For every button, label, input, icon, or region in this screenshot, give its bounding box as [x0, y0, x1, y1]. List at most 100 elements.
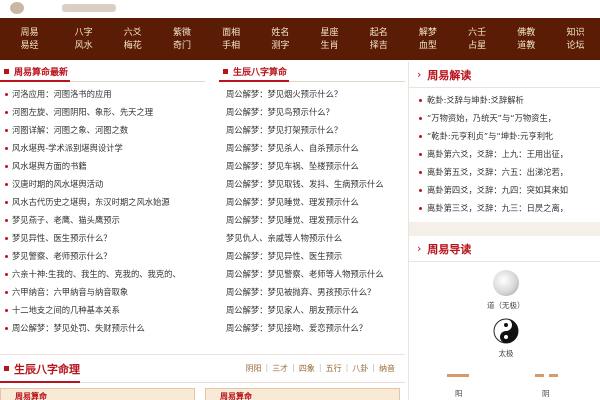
list-item[interactable]: 离卦第五爻，爻辞：六五：出涕沱若，: [409, 163, 600, 181]
nav-link[interactable]: 测字: [271, 41, 289, 51]
article-link[interactable]: 十二地支之间的几种基本关系: [12, 304, 120, 316]
article-link[interactable]: 汉唐时期的风水堪舆活动: [12, 178, 103, 190]
tab-bagua[interactable]: 八卦: [352, 363, 368, 374]
list-item[interactable]: 河图左旋、河图阴阳、象形、先天之理: [0, 103, 205, 121]
list-item[interactable]: 周公解梦：梦见睡觉、理发预示什么: [219, 193, 405, 211]
tab-sancai[interactable]: 三才: [272, 363, 288, 374]
nav-link[interactable]: 血型: [419, 41, 437, 51]
nav-link[interactable]: 六爻: [124, 28, 142, 38]
nav-link[interactable]: 佛教: [517, 28, 535, 38]
list-item[interactable]: 风水堪舆方面的书籍: [0, 157, 205, 175]
list-item[interactable]: 离卦第三爻，爻辞：九三：日昃之离，: [409, 199, 600, 217]
article-link[interactable]: 风水堪舆-学术派别堪舆设计学: [12, 142, 123, 154]
guide-item-wuji[interactable]: 道（无极）: [487, 270, 525, 311]
article-link[interactable]: 周公解梦：梦见车祸、坠楼预示什么: [226, 160, 359, 172]
list-item[interactable]: 周公解梦：梦见接吻、爱恋预示什么？: [219, 319, 405, 337]
article-link[interactable]: 周公解梦：梦见取钱、发抖、生病预示什么: [226, 178, 384, 190]
nav-link[interactable]: 面相: [222, 28, 240, 38]
nav-link[interactable]: 解梦: [419, 28, 437, 38]
list-item[interactable]: 汉唐时期的风水堪舆活动: [0, 175, 205, 193]
nav-link[interactable]: 八字: [75, 28, 93, 38]
tab-yinyang[interactable]: 阴阳: [245, 363, 261, 374]
article-link[interactable]: 梦见仇人、亲戚等人物预示什么: [226, 232, 342, 244]
article-link[interactable]: 周公解梦：梦见家人、朋友预示什么: [226, 304, 359, 316]
tab-sixiang[interactable]: 四象: [299, 363, 315, 374]
article-link[interactable]: 周公解梦：梦见打架预示什么？: [226, 124, 342, 136]
nav-link[interactable]: 梅花: [124, 41, 142, 51]
list-item[interactable]: 周公解梦：梦见睡觉、理发预示什么: [219, 211, 405, 229]
nav-link[interactable]: 风水: [75, 41, 93, 51]
article-link[interactable]: 风水堪舆方面的书籍: [12, 160, 87, 172]
list-item[interactable]: 乾卦:爻辞与坤卦:爻辞解析: [409, 91, 600, 109]
nav-link[interactable]: 占星: [468, 41, 486, 51]
article-link[interactable]: 周公解梦：梦见处罚、失财预示什么: [12, 322, 145, 334]
article-link[interactable]: 周公解梦：梦见接吻、爱恋预示什么？: [226, 322, 367, 334]
list-item[interactable]: 梦见警察、老师预示什么？: [0, 247, 205, 265]
list-item[interactable]: 周公解梦：梦见车祸、坠楼预示什么: [219, 157, 405, 175]
list-item[interactable]: 周公解梦：梦见烟火预示什么？: [219, 85, 405, 103]
section-title[interactable]: 周易算命最新: [14, 65, 68, 78]
article-link[interactable]: 周公解梦：梦见警察、老师等人物预示什么: [226, 268, 384, 280]
list-item[interactable]: 十二地支之间的几种基本关系: [0, 301, 205, 319]
list-item[interactable]: 六亲十神:生我的、我生的、克我的、我克的、: [0, 265, 205, 283]
section-title[interactable]: 周易导读: [427, 241, 471, 257]
list-item[interactable]: 周公解梦：梦见杀人、自杀预示什么: [219, 139, 405, 157]
list-item[interactable]: 周公解梦：梦见警察、老师等人物预示什么: [219, 265, 405, 283]
list-item[interactable]: 梦见异性、医生预示什么？: [0, 229, 205, 247]
tab-wuxing[interactable]: 五行: [326, 363, 342, 374]
list-item[interactable]: 梦见燕子、老鹰、猫头鹰预示: [0, 211, 205, 229]
article-link[interactable]: 离卦第六爻，爻辞：上九：王用出征，: [427, 148, 568, 160]
article-link[interactable]: 梦见燕子、老鹰、猫头鹰预示: [12, 214, 120, 226]
article-link[interactable]: 乾卦:爻辞与坤卦:爻辞解析: [427, 94, 524, 106]
feature-card[interactable]: 周易算命: [0, 388, 195, 400]
list-item[interactable]: 周公解梦：梦见取钱、发抖、生病预示什么: [219, 175, 405, 193]
article-link[interactable]: 离卦第三爻，爻辞：九三：日昃之离，: [427, 202, 568, 214]
nav-link[interactable]: 六壬: [468, 28, 486, 38]
nav-link[interactable]: 起名: [370, 28, 388, 38]
nav-link[interactable]: 知识: [566, 28, 584, 38]
article-link[interactable]: “万物资始，乃统天”与“万物资生，: [427, 112, 556, 124]
article-link[interactable]: 河洛应用：河图洛书的应用: [12, 88, 112, 100]
list-item[interactable]: 周公解梦：梦见被抛弃、男孩预示什么？: [219, 283, 405, 301]
nav-link[interactable]: 紫微: [173, 28, 191, 38]
list-item[interactable]: “万物资始，乃统天”与“万物资生，: [409, 109, 600, 127]
tab-nayin[interactable]: 纳音: [379, 363, 395, 374]
list-item[interactable]: 风水古代历史之堪舆，东汉时期之风水始源: [0, 193, 205, 211]
article-link[interactable]: 离卦第五爻，爻辞：六五：出涕沱若，: [427, 166, 568, 178]
feature-card[interactable]: 周易算命: [205, 388, 400, 400]
list-item[interactable]: 周公解梦：梦见鸟预示什么？: [219, 103, 405, 121]
article-link[interactable]: 周公解梦：梦见睡觉、理发预示什么: [226, 196, 359, 208]
list-item[interactable]: 河洛应用：河图洛书的应用: [0, 85, 205, 103]
list-item[interactable]: 六甲纳音：六甲纳音与纳音取象: [0, 283, 205, 301]
article-link[interactable]: 梦见警察、老师预示什么？: [12, 250, 112, 262]
article-link[interactable]: 梦见异性、医生预示什么？: [12, 232, 112, 244]
list-item[interactable]: 离卦第四爻，爻辞：九四：突如其来如: [409, 181, 600, 199]
list-item[interactable]: 周公解梦：梦见异性、医生预示: [219, 247, 405, 265]
guide-item-taiji[interactable]: 太极: [493, 318, 519, 359]
nav-link[interactable]: 奇门: [173, 41, 191, 51]
article-link[interactable]: 周公解梦：梦见杀人、自杀预示什么: [226, 142, 359, 154]
nav-link[interactable]: 生肖: [321, 41, 339, 51]
nav-link[interactable]: 星座: [321, 28, 339, 38]
nav-link[interactable]: 论坛: [566, 41, 584, 51]
nav-link[interactable]: 姓名: [271, 28, 289, 38]
section-title[interactable]: 生辰八字命理: [14, 361, 80, 377]
article-link[interactable]: 河图左旋、河图阴阳、象形、先天之理: [12, 106, 153, 118]
article-link[interactable]: 风水古代历史之堪舆，东汉时期之风水始源: [12, 196, 170, 208]
list-item[interactable]: 河图详解：河图之象、河图之数: [0, 121, 205, 139]
article-link[interactable]: 周公解梦：梦见鸟预示什么？: [226, 106, 334, 118]
section-title[interactable]: 周易解读: [427, 67, 471, 83]
nav-link[interactable]: 道教: [517, 41, 535, 51]
list-item[interactable]: 风水堪舆-学术派别堪舆设计学: [0, 139, 205, 157]
list-item[interactable]: 梦见仇人、亲戚等人物预示什么: [219, 229, 405, 247]
list-item[interactable]: 周公解梦：梦见家人、朋友预示什么: [219, 301, 405, 319]
nav-link[interactable]: 择吉: [370, 41, 388, 51]
article-link[interactable]: 周公解梦：梦见异性、医生预示: [226, 250, 342, 262]
section-title[interactable]: 生辰八字算命: [233, 65, 287, 78]
nav-link[interactable]: 手相: [222, 41, 240, 51]
article-link[interactable]: 离卦第四爻，爻辞：九四：突如其来如: [427, 184, 568, 196]
nav-link[interactable]: 易经: [21, 41, 39, 51]
article-link[interactable]: 周公解梦：梦见睡觉、理发预示什么: [226, 214, 359, 226]
nav-link[interactable]: 周易: [21, 28, 39, 38]
article-link[interactable]: 六甲纳音：六甲纳音与纳音取象: [12, 286, 128, 298]
